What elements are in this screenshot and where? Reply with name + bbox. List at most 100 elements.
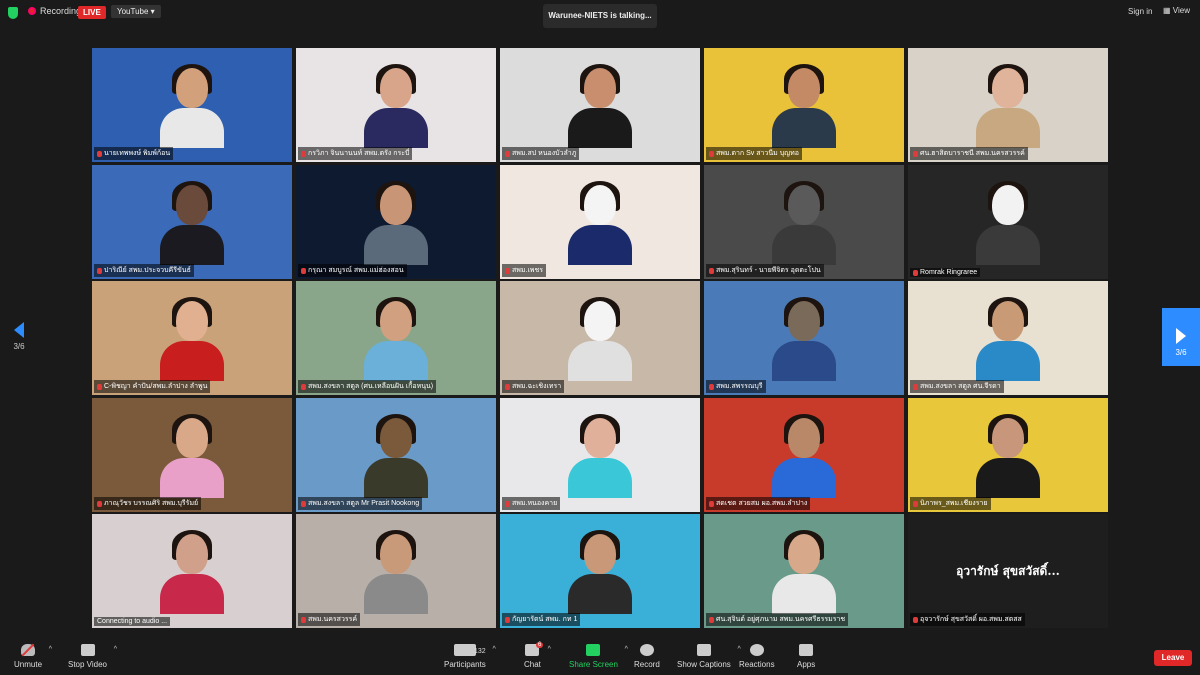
leave-button[interactable]: Leave: [1154, 650, 1192, 666]
sign-in-link[interactable]: Sign in: [1128, 7, 1152, 16]
participant-name: สดเชต สวยสม ผอ.สพม.ลำปาง: [716, 500, 808, 507]
stream-dropdown[interactable]: YouTube ▾: [111, 5, 161, 18]
stream-label: YouTube: [117, 7, 149, 16]
participant-body: [568, 225, 632, 265]
participant-name-label: Connecting to audio ...: [94, 617, 171, 626]
participant-video-tile[interactable]: อุวารักษ์ สุขสวัสดิ์... อุจวารักษ์ สุขสวั…: [908, 514, 1108, 628]
participant-face: [176, 68, 208, 108]
participant-face: [176, 418, 208, 458]
participant-body: [976, 458, 1040, 498]
live-badge[interactable]: LIVE: [78, 6, 106, 19]
top-bar: Recording LIVE YouTube ▾ Warunee-NIETS i…: [0, 0, 1200, 28]
participant-name: สพม.สป หนองบัวลำภู: [512, 150, 577, 157]
participant-name-label: ศน.สุจินต์ อยู่ศุภนาม สพม.นครศรีธรรมราช: [706, 613, 849, 626]
participant-video-tile[interactable]: นายเทพพงษ์ พิมพ์ก้อน: [92, 48, 292, 162]
participant-body: [976, 341, 1040, 381]
participant-video-tile[interactable]: ศน.ฮาสิตบาราชนี สพม.นครสวรรค์: [908, 48, 1108, 162]
participant-video-tile[interactable]: สพม.สุรินทร์ - นายพีจิตร อุดตะโปน: [704, 165, 904, 279]
participant-video-tile[interactable]: กรวิภา จินนานนท์ สพม.ตรัง กระบี่: [296, 48, 496, 162]
chat-button[interactable]: 6 Chat ^: [524, 642, 551, 669]
participant-video-tile[interactable]: สพม.ตาก Sv สาวนีม บุญทอ: [704, 48, 904, 162]
participant-video-tile[interactable]: ปาริณีย์ สพม.ประจวบคีรีขันธ์: [92, 165, 292, 279]
participant-face: [380, 418, 412, 458]
chevron-up-icon[interactable]: ^: [49, 646, 52, 653]
microphone-muted-icon: [505, 150, 510, 157]
participant-video-tile[interactable]: สพม.หนองคาย: [500, 398, 700, 512]
participant-video: [772, 414, 836, 498]
participant-video: [160, 297, 224, 381]
microphone-muted-icon: [301, 616, 306, 623]
microphone-muted-icon: [301, 267, 306, 274]
participant-name: Romrak Ringraree: [920, 269, 978, 276]
stop-video-label: Stop Video: [68, 660, 107, 669]
participant-name: สพม.ตาก Sv สาวนีม บุญทอ: [716, 150, 799, 157]
security-shield-icon[interactable]: [8, 7, 18, 19]
participant-video-tile[interactable]: สพม.สงขลา สตูล ศน.จีรดา: [908, 281, 1108, 395]
participant-video-tile[interactable]: สดเชต สวยสม ผอ.สพม.ลำปาง: [704, 398, 904, 512]
view-button[interactable]: ▦ View: [1163, 6, 1190, 15]
participant-video-tile[interactable]: สพม.สงขลา สตูล (ศน.เหลือนฝัน เกื้อหนุน): [296, 281, 496, 395]
participants-button[interactable]: 132 Participants ^: [444, 644, 496, 669]
participant-video-tile[interactable]: กัญยารัตน์ สพม. กท 1: [500, 514, 700, 628]
participant-video-tile[interactable]: ศน.สุจินต์ อยู่ศุภนาม สพม.นครศรีธรรมราช: [704, 514, 904, 628]
microphone-muted-icon: [709, 267, 714, 274]
participant-body: [364, 108, 428, 148]
chevron-up-icon[interactable]: ^: [548, 646, 551, 653]
participant-name: ศน.สุจินต์ อยู่ศุภนาม สพม.นครศรีธรรมราช: [716, 616, 846, 623]
participant-video-tile[interactable]: กรุณา สมบูรณ์ สพม.แม่ฮ่องสอน: [296, 165, 496, 279]
share-screen-button[interactable]: Share Screen ^: [569, 644, 628, 669]
reactions-label: Reactions: [739, 660, 775, 669]
recording-indicator[interactable]: Recording: [28, 6, 81, 16]
chevron-up-icon[interactable]: ^: [114, 646, 117, 653]
record-label: Record: [634, 660, 660, 669]
participant-video-tile[interactable]: สพม.สพรรณบุรี: [704, 281, 904, 395]
chevron-up-icon[interactable]: ^: [625, 646, 628, 653]
participant-body: [160, 341, 224, 381]
unmute-button[interactable]: Unmute ^: [14, 644, 52, 669]
chevron-up-icon[interactable]: ^: [493, 646, 496, 653]
participant-name: กรุณา สมบูรณ์ สพม.แม่ฮ่องสอน: [308, 267, 404, 274]
participant-video-tile[interactable]: สพม.สป หนองบัวลำภู: [500, 48, 700, 162]
participant-video-tile[interactable]: ภาณุวัชร บรรณศิริ สพม.บุรีรัมย์: [92, 398, 292, 512]
participant-name-label: C-พิชญา คำปัน/สพม.ลำปาง ลำพูน: [94, 380, 211, 393]
participant-name-label: สพม.ตาก Sv สาวนีม บุญทอ: [706, 147, 802, 160]
participant-name: ปาริณีย์ สพม.ประจวบคีรีขันธ์: [104, 267, 191, 274]
participant-video: [364, 297, 428, 381]
microphone-muted-icon: [913, 383, 918, 390]
microphone-muted-icon: [913, 269, 918, 276]
previous-page-button[interactable]: 3/6: [8, 322, 30, 351]
participant-name-label: สดเชต สวยสม ผอ.สพม.ลำปาง: [706, 497, 811, 510]
participant-name-label: กัญยารัตน์ สพม. กท 1: [502, 613, 581, 626]
participant-face: [788, 301, 820, 341]
stop-video-button[interactable]: Stop Video ^: [68, 644, 117, 669]
participant-face: [788, 185, 820, 225]
participant-video-tile[interactable]: C-พิชญา คำปัน/สพม.ลำปาง ลำพูน: [92, 281, 292, 395]
participant-video-tile[interactable]: สพม.นครสวรรค์: [296, 514, 496, 628]
participant-video: [976, 181, 1040, 265]
participant-body: [364, 341, 428, 381]
participant-name: ศน.ฮาสิตบาราชนี สพม.นครสวรรค์: [920, 150, 1025, 157]
participant-video-tile[interactable]: Romrak Ringraree: [908, 165, 1108, 279]
participant-name-label: สพม.สุรินทร์ - นายพีจิตร อุดตะโปน: [706, 264, 824, 277]
participant-face: [992, 301, 1024, 341]
show-captions-button[interactable]: Show Captions ^: [677, 644, 741, 669]
reactions-button[interactable]: Reactions: [739, 644, 775, 669]
next-page-button[interactable]: 3/6: [1162, 308, 1200, 366]
participant-video-tile[interactable]: สพม.ฉะเชิงเทรา: [500, 281, 700, 395]
participant-video: [976, 414, 1040, 498]
participant-video-tile[interactable]: สพม.สงขลา สตูล Mr Prasit Nookong: [296, 398, 496, 512]
microphone-muted-icon: [301, 150, 306, 157]
participant-video-tile[interactable]: นิภาพร_สพม.เชียงราย: [908, 398, 1108, 512]
participant-name: ภาณุวัชร บรรณศิริ สพม.บุรีรัมย์: [104, 500, 199, 507]
participant-face: [584, 534, 616, 574]
record-button[interactable]: Record: [634, 644, 660, 669]
apps-button[interactable]: Apps: [797, 644, 815, 669]
participant-name-label: สพม.สงขลา สตูล (ศน.เหลือนฝัน เกื้อหนุน): [298, 380, 437, 393]
participant-name-label: Romrak Ringraree: [910, 268, 981, 277]
participant-video-tile[interactable]: Connecting to audio ...: [92, 514, 292, 628]
participant-name-label: นายเทพพงษ์ พิมพ์ก้อน: [94, 147, 174, 160]
chat-label: Chat: [524, 660, 541, 669]
participants-label: Participants: [444, 660, 486, 669]
participant-name: นายเทพพงษ์ พิมพ์ก้อน: [104, 150, 171, 157]
participant-video-tile[interactable]: สพม.เพชร: [500, 165, 700, 279]
